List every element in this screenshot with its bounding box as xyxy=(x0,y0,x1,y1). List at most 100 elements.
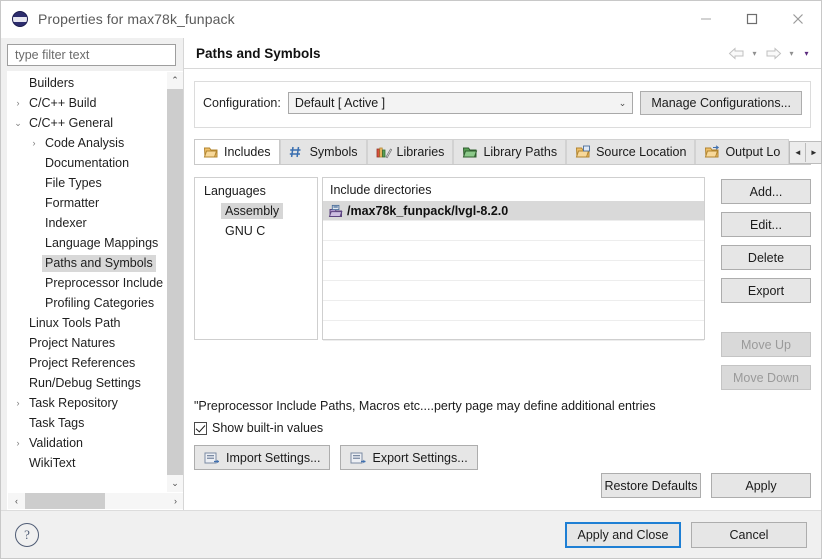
sidebar-item-label: Task Repository xyxy=(29,395,118,410)
sidebar-item-label: Task Tags xyxy=(29,415,85,430)
back-dropdown-caret-icon[interactable]: ▾ xyxy=(748,44,761,62)
minimize-button[interactable] xyxy=(683,1,729,37)
cancel-button[interactable]: Cancel xyxy=(691,521,807,548)
page-panel: Paths and Symbols ▾ ▾ ▾ Configuration: D… xyxy=(183,38,822,510)
tab-scroll-left-button[interactable]: ◄ xyxy=(790,143,805,162)
include-directories-list[interactable]: Include directories /max78k_funpack/lvgl… xyxy=(322,177,705,341)
languages-list[interactable]: Languages Assembly GNU C xyxy=(194,177,318,340)
tree-horizontal-scrollbar[interactable]: ‹ › xyxy=(8,492,184,509)
tab-symbols[interactable]: Symbols xyxy=(279,139,367,164)
page-menu-caret-icon[interactable]: ▾ xyxy=(800,44,813,62)
forward-dropdown-caret-icon[interactable]: ▾ xyxy=(785,44,798,62)
sidebar-item-task-repository[interactable]: › Task Repository xyxy=(8,393,183,413)
sidebar-item-project-references[interactable]: Project References xyxy=(8,353,183,373)
configuration-combo[interactable]: Default [ Active ] ⌄ xyxy=(287,92,634,114)
page-action-buttons: Restore Defaults Apply xyxy=(194,473,811,510)
sidebar-item-code-analysis[interactable]: › Code Analysis xyxy=(8,133,183,153)
manage-configurations-button[interactable]: Manage Configurations... xyxy=(640,91,802,115)
includes-tab-panel: Languages Assembly GNU C Include director… xyxy=(194,164,811,510)
tree-scroll-down-button[interactable]: ⌄ xyxy=(167,475,183,492)
apply-and-close-button[interactable]: Apply and Close xyxy=(565,521,681,548)
include-directory-empty-row xyxy=(323,261,704,281)
sidebar-item-formatter[interactable]: Formatter xyxy=(8,193,183,213)
tree-vscroll-thumb[interactable] xyxy=(167,89,183,475)
delete-button[interactable]: Delete xyxy=(721,245,811,270)
sidebar-item-label: Project References xyxy=(29,355,136,370)
import-settings-button[interactable]: Import Settings... xyxy=(194,445,331,470)
window-title: Properties for max78k_funpack xyxy=(38,11,235,27)
help-icon[interactable]: ? xyxy=(15,522,39,547)
configuration-value: Default [ Active ] xyxy=(294,96,386,110)
add-button[interactable]: Add... xyxy=(721,179,811,204)
sidebar-item-file-types[interactable]: File Types xyxy=(8,173,183,193)
sidebar-item-linux-tools-path[interactable]: Linux Tools Path xyxy=(8,313,183,333)
sidebar-item-builders[interactable]: Builders xyxy=(8,73,183,93)
tab-output-lo[interactable]: Output Lo xyxy=(695,139,790,164)
tree-hscroll-thumb[interactable] xyxy=(25,493,105,509)
sidebar-item-documentation[interactable]: Documentation xyxy=(8,153,183,173)
forward-arrow-icon[interactable] xyxy=(763,44,783,62)
sidebar-item-indexer[interactable]: Indexer xyxy=(8,213,183,233)
export-settings-button[interactable]: Export Settings... xyxy=(340,445,478,470)
tab-label: Source Location xyxy=(596,145,687,159)
export-settings-icon xyxy=(350,452,366,463)
hash-icon xyxy=(289,145,305,159)
tree-twisty-icon[interactable]: › xyxy=(10,398,26,408)
maximize-button[interactable] xyxy=(729,1,775,37)
language-label: Assembly xyxy=(221,203,284,219)
tab-libraries[interactable]: Libraries xyxy=(366,139,454,164)
sidebar-item-c-c-general[interactable]: ⌄ C/C++ General xyxy=(8,113,183,133)
settings-tree-list: Builders › C/C++ Build ⌄ C/C++ General › Code … xyxy=(8,72,183,473)
libraries-icon xyxy=(376,145,392,159)
tab-label: Output Lo xyxy=(725,145,781,159)
include-directory-empty-row xyxy=(323,301,704,321)
language-item[interactable]: Assembly xyxy=(195,201,317,221)
sidebar-item-validation[interactable]: › Validation xyxy=(8,433,183,453)
tree-twisty-icon[interactable]: ⌄ xyxy=(10,118,26,129)
sidebar-item-wikitext[interactable]: WikiText xyxy=(8,453,183,473)
sidebar-item-preprocessor-include[interactable]: Preprocessor Include xyxy=(8,273,183,293)
languages-header: Languages xyxy=(204,184,266,198)
source-location-icon xyxy=(575,145,591,159)
filter-box[interactable] xyxy=(7,44,176,66)
apply-button[interactable]: Apply xyxy=(711,473,811,498)
export-button[interactable]: Export xyxy=(721,278,811,303)
sidebar-item-profiling-categories[interactable]: Profiling Categories xyxy=(8,293,183,313)
tree-vertical-scrollbar[interactable]: ⌃ ⌄ xyxy=(167,72,183,492)
tree-hscroll-track[interactable] xyxy=(25,493,167,509)
filter-input[interactable] xyxy=(13,47,170,63)
tab-source-location[interactable]: Source Location xyxy=(566,139,696,164)
tree-twisty-icon[interactable]: › xyxy=(10,438,26,448)
restore-defaults-button[interactable]: Restore Defaults xyxy=(601,473,701,498)
tree-vscroll-track[interactable] xyxy=(167,89,183,475)
language-item[interactable]: GNU C xyxy=(195,221,317,241)
edit-button[interactable]: Edit... xyxy=(721,212,811,237)
button-group-spacer xyxy=(721,311,811,324)
output-location-icon xyxy=(704,145,720,159)
show-builtin-values-row[interactable]: Show built-in values xyxy=(194,421,811,435)
tree-twisty-icon[interactable]: › xyxy=(10,98,26,108)
tree-scroll-up-button[interactable]: ⌃ xyxy=(167,72,183,89)
show-builtin-values-checkbox[interactable] xyxy=(194,421,207,435)
back-arrow-icon[interactable] xyxy=(726,44,746,62)
sidebar-item-project-natures[interactable]: Project Natures xyxy=(8,333,183,353)
preprocessor-note: "Preprocessor Include Paths, Macros etc.… xyxy=(194,399,656,413)
sidebar-item-language-mappings[interactable]: Language Mappings xyxy=(8,233,183,253)
close-button[interactable] xyxy=(775,1,821,37)
sidebar-item-run-debug-settings[interactable]: Run/Debug Settings xyxy=(8,373,183,393)
tab-library-paths[interactable]: Library Paths xyxy=(453,139,567,164)
sidebar-item-task-tags[interactable]: Task Tags xyxy=(8,413,183,433)
sidebar-item-label: Run/Debug Settings xyxy=(29,375,141,390)
import-settings-label: Import Settings... xyxy=(226,450,321,465)
tab-scroll-right-button[interactable]: ► xyxy=(805,143,821,162)
include-directory-row[interactable]: /max78k_funpack/lvgl-8.2.0 xyxy=(323,201,704,221)
tree-scroll-left-button[interactable]: ‹ xyxy=(8,493,25,509)
sidebar-item-c-c-build[interactable]: › C/C++ Build xyxy=(8,93,183,113)
tree-scroll-right-button[interactable]: › xyxy=(167,493,184,509)
sidebar-item-label: C/C++ Build xyxy=(29,95,97,110)
tree-twisty-icon[interactable]: › xyxy=(26,138,42,148)
sidebar-item-label: WikiText xyxy=(29,455,76,470)
include-directory-path: /max78k_funpack/lvgl-8.2.0 xyxy=(347,203,509,218)
sidebar-item-paths-and-symbols[interactable]: Paths and Symbols xyxy=(8,253,183,273)
tab-includes[interactable]: Includes xyxy=(194,139,280,164)
